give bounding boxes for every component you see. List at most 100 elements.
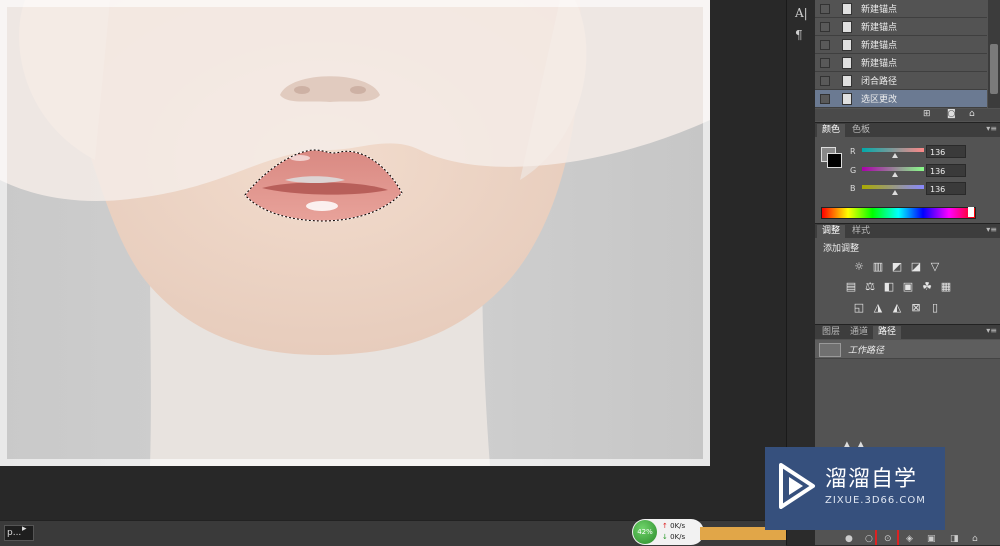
history-state-icon: [842, 21, 852, 33]
adjust-panel-tabs: 调整 样式 ▾≡: [815, 223, 1000, 238]
curves-icon[interactable]: ◩: [891, 261, 903, 273]
background-color-swatch[interactable]: [827, 153, 842, 168]
history-state-icon: [842, 39, 852, 51]
history-item-label: 选区更改: [861, 95, 898, 105]
gradient-map-icon[interactable]: ⊠: [910, 302, 922, 314]
portrait-image[interactable]: [0, 0, 710, 466]
fill-path-icon[interactable]: ●: [845, 534, 853, 544]
history-scroll-thumb[interactable]: [990, 44, 998, 94]
photo-filter-icon[interactable]: ▣: [902, 281, 914, 293]
brightness-icon[interactable]: ☼: [853, 261, 865, 273]
upload-speed: ↑ 0K/s: [662, 522, 686, 530]
history-item-label: 新建锚点: [861, 41, 898, 51]
color-panel-tabs: 颜色 色板 ▾≡: [815, 122, 1000, 137]
posterize-icon[interactable]: ◮: [872, 302, 884, 314]
tab-adjustments[interactable]: 调整: [817, 225, 846, 238]
history-item-selected[interactable]: 选区更改: [815, 90, 987, 108]
watermark-badge: 溜溜自学 ZIXUE.3D66.COM: [765, 447, 945, 530]
panel-menu-icon[interactable]: ▾≡: [986, 326, 997, 335]
document-info-field[interactable]: p...: [4, 525, 34, 541]
channel-g-label: G: [850, 166, 857, 175]
blue-value-field[interactable]: 136: [926, 182, 966, 195]
spectrum-white-end[interactable]: [968, 207, 974, 217]
panel-menu-icon[interactable]: ▾≡: [986, 124, 997, 133]
red-slider-knob[interactable]: [892, 153, 898, 158]
threshold-icon[interactable]: ◭: [891, 302, 903, 314]
channel-mixer-icon[interactable]: ☘: [921, 281, 933, 293]
new-path-icon[interactable]: ◨: [950, 534, 959, 544]
path-thumbnail: [819, 343, 841, 357]
balance-icon[interactable]: ⚖: [864, 281, 876, 293]
invert-icon[interactable]: ◱: [853, 302, 865, 314]
hue-icon[interactable]: ▤: [845, 281, 857, 293]
red-slider[interactable]: [862, 148, 924, 152]
highlight-frame: [875, 530, 899, 545]
history-item-label: 新建锚点: [861, 5, 898, 15]
history-checkbox[interactable]: [820, 76, 830, 86]
history-item[interactable]: 新建锚点: [815, 54, 987, 72]
stroke-path-icon[interactable]: ○: [865, 534, 873, 544]
history-state-icon: [842, 75, 852, 87]
history-item-label: 新建锚点: [861, 23, 898, 33]
history-item[interactable]: 闭合路径: [815, 72, 987, 90]
history-checkbox[interactable]: [820, 40, 830, 50]
tab-color[interactable]: 颜色: [817, 124, 846, 137]
history-checkbox[interactable]: [820, 4, 830, 14]
document-canvas[interactable]: [0, 0, 786, 520]
history-checkbox[interactable]: [820, 22, 830, 32]
play-arrow-icon[interactable]: ▸: [22, 524, 27, 534]
history-checkbox[interactable]: [820, 94, 830, 104]
lookup-icon[interactable]: ▦: [940, 281, 952, 293]
history-item[interactable]: 新建锚点: [815, 0, 987, 18]
tab-layers[interactable]: 图层: [817, 326, 845, 339]
blue-slider[interactable]: [862, 185, 924, 189]
watermark-title: 溜溜自学: [825, 467, 918, 492]
blue-slider-knob[interactable]: [892, 190, 898, 195]
work-path-label: 工作路径: [848, 346, 885, 356]
bw-icon[interactable]: ◧: [883, 281, 895, 293]
adjust-panel-title: 添加调整: [823, 244, 860, 254]
levels-icon[interactable]: ▥: [872, 261, 884, 273]
selective-color-icon[interactable]: ▯: [929, 302, 941, 314]
download-speed: ↓ 0K/s: [662, 533, 686, 541]
green-value-field[interactable]: 136: [926, 164, 966, 177]
layers-panel-tabs: 图层 通道 路径 ▾≡: [815, 324, 1000, 339]
work-path-row[interactable]: 工作路径: [815, 340, 1000, 359]
color-spectrum-bar[interactable]: [821, 207, 976, 219]
tab-channels[interactable]: 通道: [845, 326, 873, 339]
history-checkbox[interactable]: [820, 58, 830, 68]
watermark-logo-icon: [779, 463, 815, 509]
vibrance-icon[interactable]: ▽: [929, 261, 941, 273]
history-state-icon: [842, 93, 852, 105]
exposure-icon[interactable]: ◪: [910, 261, 922, 273]
channel-r-label: R: [850, 147, 856, 156]
watermark-subtitle: ZIXUE.3D66.COM: [825, 495, 926, 506]
upload-speed-value: 0K/s: [670, 522, 686, 530]
history-state-icon: [842, 57, 852, 69]
history-item[interactable]: 新建锚点: [815, 18, 987, 36]
tab-swatches[interactable]: 色板: [847, 124, 875, 137]
download-speed-value: 0K/s: [670, 533, 686, 541]
trash-icon[interactable]: ⌂: [969, 109, 975, 119]
new-snapshot-icon[interactable]: ⊞: [923, 109, 931, 119]
red-value-field[interactable]: 136: [926, 145, 966, 158]
tab-paths[interactable]: 路径: [873, 326, 902, 339]
network-speed-widget[interactable]: 42% ↑ 0K/s ↓ 0K/s: [632, 519, 704, 545]
green-slider[interactable]: [862, 167, 924, 171]
history-state-icon: [842, 3, 852, 15]
history-toolbar: ⊞ ◙ ⌂: [815, 109, 1000, 121]
make-path-icon[interactable]: ◈: [906, 534, 913, 544]
character-panel-icon[interactable]: A|: [795, 6, 808, 20]
history-item-label: 闭合路径: [861, 77, 898, 87]
tab-styles[interactable]: 样式: [847, 225, 875, 238]
camera-icon[interactable]: ◙: [947, 109, 956, 119]
panel-menu-icon[interactable]: ▾≡: [986, 225, 997, 234]
add-mask-icon[interactable]: ▣: [927, 534, 936, 544]
history-item[interactable]: 新建锚点: [815, 36, 987, 54]
paragraph-panel-icon[interactable]: ¶: [795, 28, 803, 42]
speed-percent-circle: 42%: [633, 520, 657, 544]
history-item-label: 新建锚点: [861, 59, 898, 69]
green-slider-knob[interactable]: [892, 172, 898, 177]
portrait-illustration: [0, 0, 710, 466]
delete-path-icon[interactable]: ⌂: [972, 534, 978, 544]
